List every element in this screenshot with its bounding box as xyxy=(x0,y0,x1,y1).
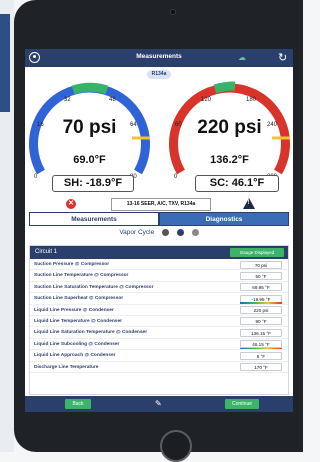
fan-icon xyxy=(191,229,199,236)
suction-tick: 0 xyxy=(34,174,38,180)
refresh-icon[interactable]: ↻ xyxy=(278,51,287,64)
background-sidebar-accent xyxy=(0,14,10,112)
measurement-row: Suction Pressure @ Compressor 70 psi xyxy=(30,259,288,271)
subcooling-result: SC: 46.1°F xyxy=(195,175,279,192)
section-header: Vapor Cycle xyxy=(25,229,293,241)
tab-measurements[interactable]: Measurements xyxy=(29,212,159,226)
tab-bar: Measurements Diagnostics xyxy=(29,212,289,226)
footer-bar: Back ✎ Continue xyxy=(25,396,293,412)
wand-icon[interactable]: ✎ xyxy=(155,399,162,408)
section-title: Vapor Cycle xyxy=(119,229,155,237)
circuit-panel: Circuit 1 Gauge Displayed Suction Pressu… xyxy=(29,245,289,395)
measurement-label: Suction Line Temperature @ Compressor xyxy=(34,273,129,279)
discharge-tick: 180 xyxy=(246,97,257,103)
measurement-label: Discharge Line Temperature xyxy=(34,364,99,370)
suction-tick: 48 xyxy=(109,97,116,103)
discharge-pressure: 220 psi xyxy=(197,117,262,138)
measurement-value[interactable]: 136.15 °F xyxy=(240,328,282,337)
page-title: Measurements xyxy=(136,53,182,60)
suction-tick: 32 xyxy=(64,97,71,103)
measurement-label: Suction Pressure @ Compressor xyxy=(34,262,110,267)
measurement-row: Liquid Line Temperature @ Condenser 90 °F xyxy=(30,316,288,328)
system-info: 13-16 SEER, A/C, TXV, R134a xyxy=(111,198,211,211)
measurement-label: Liquid Line Approach @ Condenser xyxy=(34,353,116,359)
range-indicator xyxy=(240,347,282,350)
app-screen: Measurements ☁ ↻ R134a 0 16 32 48 64 80 … xyxy=(25,49,293,412)
discharge-tick: 0 xyxy=(174,174,178,180)
cloud-icon: ☁ xyxy=(238,53,246,62)
back-button[interactable]: Back xyxy=(65,399,91,409)
measurement-value[interactable]: 70 psi xyxy=(240,260,282,269)
measurement-label: Liquid Line Pressure @ Condenser xyxy=(34,307,114,313)
lightning-icon xyxy=(176,229,184,236)
circuit-header: Circuit 1 Gauge Displayed xyxy=(30,246,288,259)
discharge-target-zone xyxy=(213,81,236,94)
measurement-value[interactable]: 170 °F xyxy=(240,363,282,372)
measurement-row: Liquid Line Saturation Temperature @ Con… xyxy=(30,327,288,339)
suction-target-zone xyxy=(71,82,109,95)
suction-pressure: 70 psi xyxy=(62,117,117,138)
measurement-label: Liquid Line Subcooling @ Condenser xyxy=(34,341,120,347)
back-label: Back xyxy=(72,401,84,407)
range-indicator xyxy=(240,302,282,304)
discharge-tick: 120 xyxy=(201,97,212,103)
measurement-row: Suction Line Superheat @ Compressor -19.9… xyxy=(30,293,288,305)
measurement-row: Liquid Line Subcooling @ Condenser 46.15 … xyxy=(30,339,288,351)
tab-diagnostics[interactable]: Diagnostics xyxy=(159,212,289,226)
warning-icon[interactable]: ! xyxy=(243,198,255,209)
error-icon[interactable]: ✕ xyxy=(66,199,76,209)
gauge-displayed-button[interactable]: Gauge Displayed xyxy=(230,248,284,257)
measurement-row: Discharge Line Temperature 170 °F xyxy=(30,362,288,373)
measurement-label: Suction Line Saturation Temperature @ Co… xyxy=(34,284,154,290)
continue-button[interactable]: Continue xyxy=(225,399,259,409)
measurement-label: Liquid Line Temperature @ Condenser xyxy=(34,318,123,324)
discharge-temperature: 136.2°F xyxy=(210,154,249,166)
measurement-list: Suction Pressure @ Compressor 70 psi Sucti… xyxy=(30,259,288,373)
superheat-result: SH: -18.9°F xyxy=(52,175,134,192)
measurement-value[interactable]: 220 psi xyxy=(240,306,282,315)
measurement-row: Liquid Line Pressure @ Condenser 220 psi xyxy=(30,305,288,316)
measurement-label: Liquid Line Saturation Temperature @ Con… xyxy=(34,330,148,336)
measurement-label: Suction Line Superheat @ Compressor xyxy=(34,296,124,302)
measurement-row: Suction Line Temperature @ Compressor 50 … xyxy=(30,270,288,282)
measurement-value[interactable]: 69.95 °F xyxy=(240,283,282,292)
cloud-icon xyxy=(162,229,170,236)
suction-temperature: 69.0°F xyxy=(73,154,106,166)
measurement-value[interactable]: 90 °F xyxy=(240,317,282,326)
measurement-value[interactable]: 6 °F xyxy=(240,351,282,360)
measurement-row: Liquid Line Approach @ Condenser 6 °F xyxy=(30,350,288,362)
measurement-value[interactable]: 50 °F xyxy=(240,271,282,280)
measurement-row: Suction Line Saturation Temperature @ Co… xyxy=(30,282,288,294)
camera-icon xyxy=(170,9,176,15)
circuit-name: Circuit 1 xyxy=(35,249,58,255)
continue-label: Continue xyxy=(231,401,252,407)
title-bar: Measurements ☁ ↻ xyxy=(25,49,293,67)
home-button[interactable] xyxy=(160,430,192,462)
refrigerant-label: R134a xyxy=(151,71,167,77)
